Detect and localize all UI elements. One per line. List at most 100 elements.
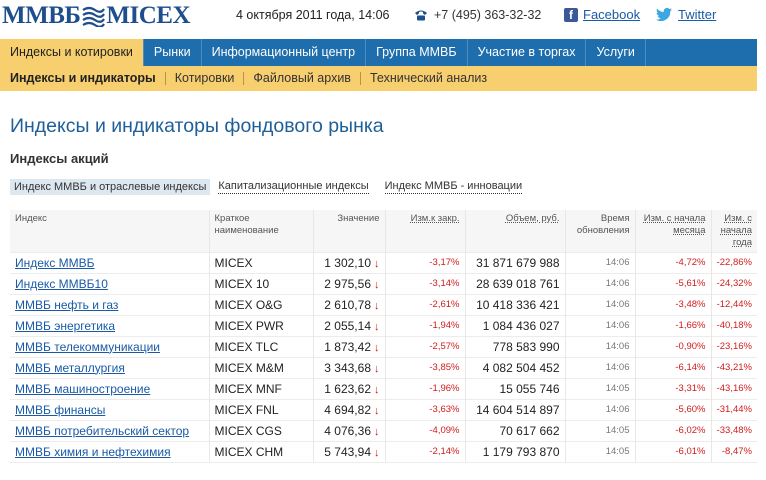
index-link[interactable]: Индекс ММВБ10: [15, 277, 108, 291]
down-arrow-icon: ↓: [374, 278, 380, 291]
down-arrow-icon: ↓: [374, 257, 380, 270]
cell-time: 14:05: [565, 440, 636, 463]
value-text: 2 975,56: [324, 276, 371, 291]
col-header-short-name[interactable]: Краткое наименование: [209, 210, 314, 252]
tab-micex-sector-indices[interactable]: Индекс ММВБ и отраслевые индексы: [10, 178, 211, 195]
subnav-item-quotes[interactable]: Котировки: [166, 72, 245, 85]
cell-year-change: -8,47%: [711, 440, 757, 463]
cell-year-change: -43,16%: [711, 377, 757, 399]
facebook-label[interactable]: Facebook: [583, 7, 640, 22]
cell-index-name[interactable]: ММВБ энергетика: [10, 314, 210, 336]
col-header-volume[interactable]: Объем, руб.: [465, 210, 566, 252]
table-row: ММВБ финансы MICEX FNL 4 694,82 ↓ -3,63% 14 6…: [10, 398, 757, 420]
cell-index-name[interactable]: ММВБ металлургия: [10, 356, 210, 378]
cell-value: 2 610,78 ↓: [313, 293, 386, 315]
nav-item-markets[interactable]: Рынки: [144, 39, 202, 66]
cell-short-name: MICEX: [209, 251, 314, 273]
cell-month-change: -6,02%: [635, 419, 712, 441]
cell-change: -3,17%: [385, 251, 466, 273]
cell-year-change: -23,16%: [711, 335, 757, 357]
cell-short-name: MICEX MNF: [209, 377, 314, 399]
index-link[interactable]: ММВБ энергетика: [15, 319, 115, 333]
cell-index-name[interactable]: ММВБ финансы: [10, 398, 210, 420]
nav-item-info-center[interactable]: Информационный центр: [202, 39, 367, 66]
col-header-time[interactable]: Время обновления: [565, 210, 636, 252]
subnav-item-tech-analysis[interactable]: Технический анализ: [361, 72, 496, 85]
index-link[interactable]: ММВБ телекоммуникации: [15, 340, 160, 354]
index-link[interactable]: ММВБ нефть и газ: [15, 298, 118, 312]
cell-time: 14:06: [565, 335, 636, 357]
page-title: Индексы и индикаторы фондового рынка: [10, 115, 384, 137]
indices-table: Индекс Краткое наименование Значение Изм…: [10, 210, 757, 463]
nav-item-indices[interactable]: Индексы и котировки: [0, 39, 144, 66]
nav-item-group[interactable]: Группа ММВБ: [366, 39, 468, 66]
phone-number: +7 (495) 363-32-32: [434, 8, 542, 22]
col-header-month-change[interactable]: Изм. с начала месяца: [635, 210, 712, 252]
twitter-label[interactable]: Twitter: [678, 7, 716, 22]
micex-logo[interactable]: ММВБ MICEX: [2, 2, 191, 29]
index-link[interactable]: ММВБ машиностроение: [15, 382, 150, 396]
table-row: ММВБ машиностроение MICEX MNF 1 623,62 ↓ -1,…: [10, 377, 757, 399]
cell-index-name[interactable]: ММВБ нефть и газ: [10, 293, 210, 315]
cell-year-change: -12,44%: [711, 293, 757, 315]
cell-index-name[interactable]: Индекс ММВБ: [10, 251, 210, 273]
value-text: 3 343,68: [324, 360, 371, 375]
down-arrow-icon: ↓: [374, 299, 380, 312]
cell-volume: 14 604 514 897: [465, 398, 566, 420]
table-row: ММВБ нефть и газ MICEX O&G 2 610,78 ↓ -2,61%…: [10, 293, 757, 315]
logo-mmvb-text: ММВБ: [2, 2, 81, 29]
col-header-year-change[interactable]: Изм. с начала года: [711, 210, 757, 252]
tab-capitalization-indices[interactable]: Капитализационные индексы: [218, 180, 369, 194]
cell-index-name[interactable]: ММВБ телекоммуникации: [10, 335, 210, 357]
nav-item-trading[interactable]: Участие в торгах: [468, 39, 587, 66]
cell-index-name[interactable]: Индекс ММВБ10: [10, 272, 210, 294]
table-row: ММВБ потребительский сектор MICEX CGS 4 07…: [10, 419, 757, 441]
index-link[interactable]: ММВБ металлургия: [15, 361, 125, 375]
cell-month-change: -5,60%: [635, 398, 712, 420]
cell-time: 14:06: [565, 251, 636, 273]
logo-wave-icon: [82, 6, 106, 27]
cell-month-change: -5,61%: [635, 272, 712, 294]
value-text: 1 302,10: [324, 255, 371, 270]
cell-index-name[interactable]: ММВБ химия и нефтехимия: [10, 440, 210, 463]
cell-month-change: -1,66%: [635, 314, 712, 336]
index-link[interactable]: ММВБ химия и нефтехимия: [15, 445, 171, 459]
col-header-month-label: Изм. с начала месяца: [643, 213, 706, 236]
phone-icon: [415, 10, 427, 21]
cell-volume: 4 082 504 452: [465, 356, 566, 378]
cell-year-change: -43,21%: [711, 356, 757, 378]
cell-short-name: MICEX CHM: [209, 440, 314, 463]
index-link[interactable]: ММВБ потребительский сектор: [15, 424, 189, 438]
cell-short-name: MICEX O&G: [209, 293, 314, 315]
cell-month-change: -4,72%: [635, 251, 712, 273]
cell-month-change: -6,14%: [635, 356, 712, 378]
cell-value: 3 343,68 ↓: [313, 356, 386, 378]
cell-value: 2 055,14 ↓: [313, 314, 386, 336]
facebook-link[interactable]: f Facebook: [564, 7, 640, 22]
cell-time: 14:05: [565, 377, 636, 399]
value-text: 5 743,94: [324, 444, 371, 459]
down-arrow-icon: ↓: [374, 320, 380, 333]
cell-time: 14:06: [565, 356, 636, 378]
cell-value: 2 975,56 ↓: [313, 272, 386, 294]
index-link[interactable]: Индекс ММВБ: [15, 256, 95, 270]
tab-innovation-index[interactable]: Индекс ММВБ - инновации: [384, 180, 523, 194]
nav-item-services[interactable]: Услуги: [586, 39, 646, 66]
col-header-change-label: Изм.к закр.: [410, 213, 460, 224]
cell-change: -3,85%: [385, 356, 466, 378]
subnav-item-indicators[interactable]: Индексы и индикаторы: [10, 72, 166, 85]
value-text: 2 055,14: [324, 318, 371, 333]
cell-value: 4 694,82 ↓: [313, 398, 386, 420]
current-date: 4 октября 2011 года, 14:06: [236, 8, 390, 22]
subnav-item-file-archive[interactable]: Файловый архив: [244, 72, 361, 85]
col-header-index[interactable]: Индекс: [10, 210, 210, 252]
index-link[interactable]: ММВБ финансы: [15, 403, 105, 417]
twitter-link[interactable]: Twitter: [656, 7, 716, 22]
cell-index-name[interactable]: ММВБ потребительский сектор: [10, 419, 210, 441]
col-header-value[interactable]: Значение: [313, 210, 386, 252]
cell-volume: 70 617 662: [465, 419, 566, 441]
cell-index-name[interactable]: ММВБ машиностроение: [10, 377, 210, 399]
col-header-change[interactable]: Изм.к закр.: [385, 210, 466, 252]
cell-short-name: MICEX CGS: [209, 419, 314, 441]
down-arrow-icon: ↓: [374, 425, 380, 438]
